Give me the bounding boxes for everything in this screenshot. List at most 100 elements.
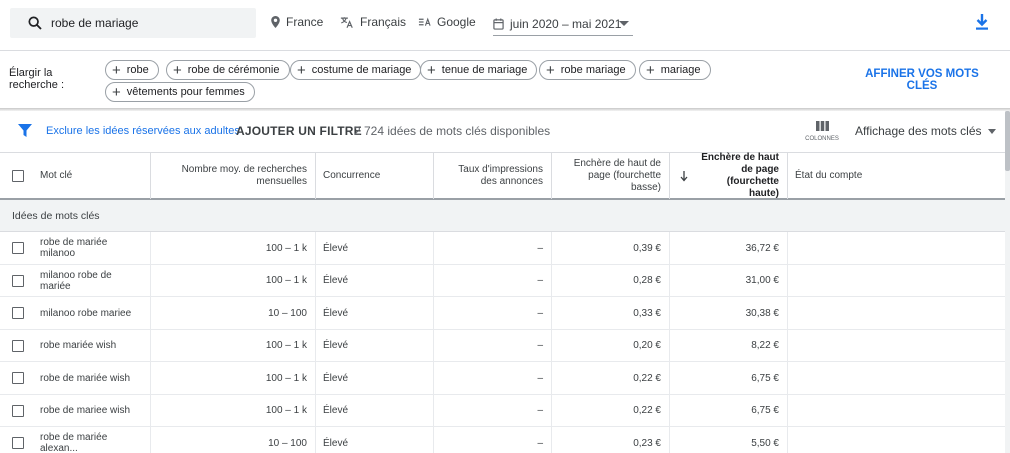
chip-costume-de-mariage[interactable]: + costume de mariage (290, 60, 422, 80)
cell-low: 0,20 € (633, 340, 661, 351)
search-query: robe de mariage (51, 16, 139, 30)
language-label: Français (360, 15, 407, 29)
location-selector[interactable]: France (271, 15, 323, 29)
search-icon (28, 16, 42, 30)
broaden-label: Élargir la recherche : (9, 67, 65, 91)
plus-icon: + (546, 61, 555, 79)
filter-bar: Exclure les idées réservées aux adultes … (0, 111, 1010, 151)
cell-divider (669, 264, 670, 297)
cell-divider (669, 362, 670, 394)
col-competition[interactable]: Concurrence (315, 153, 433, 199)
language-selector[interactable]: Français (340, 15, 406, 29)
date-range-selector[interactable]: juin 2020 – mai 2021 (493, 12, 633, 36)
cell-divider (150, 394, 151, 427)
chip-robe-mariage[interactable]: + robe mariage (539, 60, 636, 80)
chip-robe[interactable]: + robe (105, 60, 159, 80)
row-checkbox[interactable] (12, 242, 24, 254)
exclude-adult-filter-link[interactable]: Exclure les idées réservées aux adultes (46, 125, 240, 137)
cell-keyword[interactable]: robe de mariee wish (32, 395, 150, 427)
cell-keyword[interactable]: robe de mariée milanoo (32, 232, 150, 264)
cell-high: 36,72 € (745, 242, 779, 254)
table-row[interactable]: milanoo robe de mariée 100 – 1 k Élevé – 0,2… (0, 264, 1005, 297)
col-keyword[interactable]: Mot clé (32, 153, 150, 199)
chip-label: robe mariage (560, 64, 626, 76)
row-checkbox[interactable] (12, 339, 24, 352)
col-account-status[interactable]: État du compte (787, 153, 997, 199)
chip-tenue-de-mariage[interactable]: + tenue de mariage (420, 60, 538, 80)
chip-label: mariage (660, 64, 701, 76)
cell-divider (551, 427, 552, 453)
row-checkbox[interactable] (12, 404, 24, 417)
cell-keyword[interactable]: robe mariée wish (32, 330, 150, 362)
col-avg-searches[interactable]: Nombre moy. de recherches mensuelles (150, 153, 315, 199)
cell-impr: – (537, 307, 543, 319)
cell-impr: – (537, 437, 543, 449)
scrollbar-thumb[interactable] (1005, 111, 1010, 171)
cell-impr: – (537, 405, 543, 416)
cell-divider (150, 427, 151, 453)
cell-divider (787, 232, 788, 264)
location-pin-icon (271, 16, 280, 28)
cell-keyword[interactable]: robe de mariée wish (32, 362, 150, 394)
chip-label: robe de cérémonie (187, 64, 280, 76)
cell-divider (315, 329, 316, 362)
cell-keyword[interactable]: robe de mariée alexan... (32, 427, 150, 453)
cell-divider (551, 232, 552, 264)
row-checkbox[interactable] (12, 274, 24, 287)
cell-divider (433, 264, 434, 297)
cell-high: 31,00 € (745, 275, 779, 286)
table-row[interactable]: robe de mariée wish 100 – 1 k Élevé – 0,22 €… (0, 362, 1005, 395)
group-header: Idées de mots clés (0, 200, 1005, 232)
cell-impr: – (537, 275, 543, 286)
table-row[interactable]: robe de mariée alexan... 10 – 100 Élevé – 0,… (0, 427, 1005, 453)
refine-keywords-button[interactable]: AFFINER VOS MOTS CLÉS (852, 68, 992, 92)
cell-keyword[interactable]: milanoo robe mariee (32, 297, 150, 329)
row-checkbox[interactable] (12, 437, 24, 449)
table-row[interactable]: milanoo robe mariee 10 – 100 Élevé – 0,33 € 3… (0, 297, 1005, 330)
cell-divider (315, 232, 316, 264)
cell-divider (551, 264, 552, 297)
caret-down-icon (987, 129, 996, 135)
network-label: Google (437, 15, 476, 29)
columns-button[interactable]: COLONNES (805, 120, 839, 142)
col-bid-low[interactable]: Enchère de haut de page (fourchette bass… (551, 153, 669, 199)
table-row[interactable]: robe mariée wish 100 – 1 k Élevé – 0,20 € 8,2… (0, 329, 1005, 362)
chevron-down-icon (619, 21, 629, 26)
chip-robe-de-ceremonie[interactable]: + robe de cérémonie (166, 60, 290, 80)
cell-divider (787, 362, 788, 394)
download-icon[interactable] (974, 13, 990, 31)
cell-divider (150, 232, 151, 264)
chip-label: robe (126, 64, 149, 76)
cell-impr: – (537, 372, 543, 384)
col-bid-high[interactable]: Enchère de haut de page (fourchette haut… (690, 152, 787, 199)
search-input[interactable]: robe de mariage (10, 8, 256, 38)
row-checkbox[interactable] (12, 372, 24, 384)
cell-divider (433, 362, 434, 394)
translate-icon (340, 16, 353, 28)
add-filter-button[interactable]: AJOUTER UN FILTRE (236, 124, 362, 138)
network-selector[interactable]: Google (418, 15, 476, 29)
chip-label: vêtements pour femmes (126, 86, 245, 98)
cell-divider (150, 297, 151, 329)
cell-divider (669, 297, 670, 329)
cell-divider (551, 297, 552, 329)
cell-keyword[interactable]: milanoo robe de mariée (32, 265, 150, 297)
cell-searches: 100 – 1 k (265, 340, 307, 351)
table-row[interactable]: robe de mariée milanoo 100 – 1 k Élevé – 0,3… (0, 232, 1005, 265)
chip-mariage[interactable]: + mariage (639, 60, 711, 80)
filter-icon[interactable] (18, 124, 32, 137)
broaden-search-section: Élargir la recherche : + robe + robe de cé… (0, 50, 1010, 108)
cell-divider (787, 427, 788, 453)
scrollbar[interactable] (1005, 111, 1010, 453)
display-mode-dropdown[interactable]: Affichage des mots clés (855, 124, 996, 138)
chip-vetements-pour-femmes[interactable]: + vêtements pour femmes (105, 82, 255, 102)
cell-low: 0,22 € (633, 405, 661, 416)
row-checkbox[interactable] (12, 307, 24, 319)
table-row[interactable]: robe de mariee wish 100 – 1 k Élevé – 0,22 €… (0, 394, 1005, 427)
cell-searches: 10 – 100 (268, 437, 307, 449)
select-all-checkbox[interactable] (12, 170, 24, 182)
col-impression-share[interactable]: Taux d'impressions des annonces (433, 153, 551, 199)
cell-competition: Élevé (323, 242, 349, 254)
cell-divider (787, 394, 788, 427)
cell-competition: Élevé (323, 340, 349, 351)
